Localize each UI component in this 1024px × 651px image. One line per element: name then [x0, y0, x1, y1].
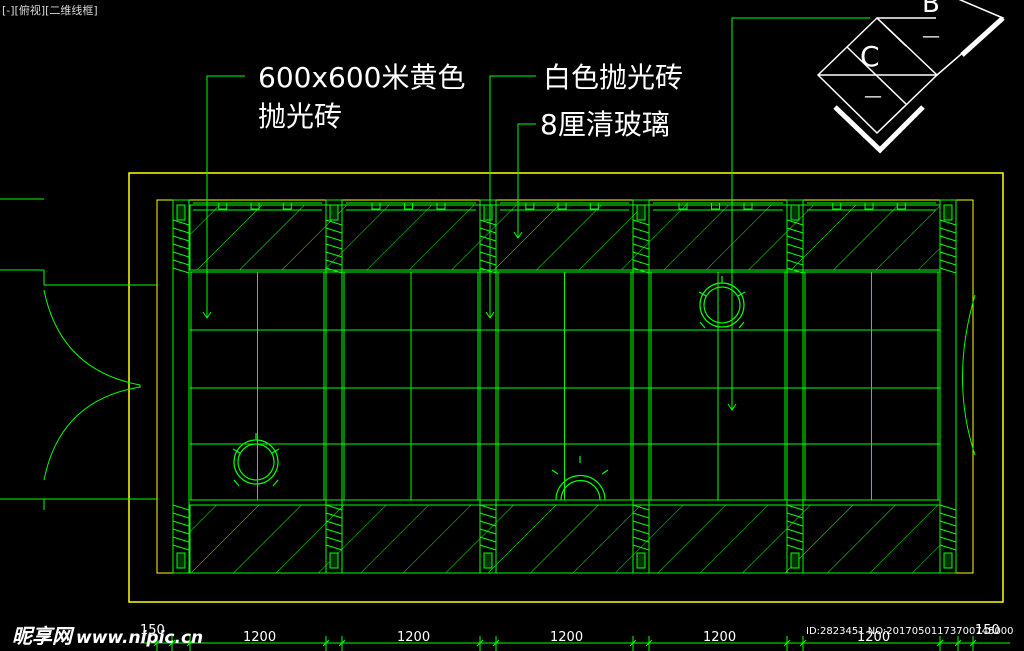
tile-grid: [190, 271, 940, 501]
white-tile-band-top: [189, 204, 941, 271]
cad-floor-plan: B — C — 600x600米黄色 抛光砖 白色抛光砖 8厘清玻璃 150 1…: [0, 0, 1010, 651]
section-b-dash: —: [922, 26, 940, 47]
dim-bay-2: 1200: [397, 630, 430, 645]
section-mark: [816, 0, 1005, 154]
column: [939, 199, 957, 574]
watermark-url: www.nipic.cn: [76, 628, 204, 648]
watermark: 昵享网 www.nipic.cn: [12, 620, 203, 649]
entrance-door: [0, 198, 157, 510]
label-tile-600-line2: 抛光砖: [258, 100, 342, 133]
dim-bay-4: 1200: [703, 630, 736, 645]
section-c-dash: —: [864, 86, 882, 107]
column: [172, 199, 190, 574]
watermark-brand: 昵享网: [12, 624, 72, 648]
lamp-1: [698, 276, 746, 329]
dim-bay-1: 1200: [243, 630, 276, 645]
label-glass: 8厘清玻璃: [540, 108, 670, 141]
image-stamp: ID:2823451 NO:20170501173700745000: [806, 626, 1014, 637]
viewport-label[interactable]: [-][俯视][二维线框]: [2, 2, 98, 18]
label-tile-600: 600x600米黄色: [258, 61, 465, 94]
dim-bay-3: 1200: [550, 630, 583, 645]
section-c-letter: C: [860, 40, 880, 73]
lamp-2: [232, 433, 280, 487]
label-white-tile: 白色抛光砖: [543, 61, 683, 94]
lamp-3: [551, 456, 609, 501]
section-b-letter: B: [922, 0, 940, 19]
white-tile-band-bottom: [189, 504, 941, 574]
